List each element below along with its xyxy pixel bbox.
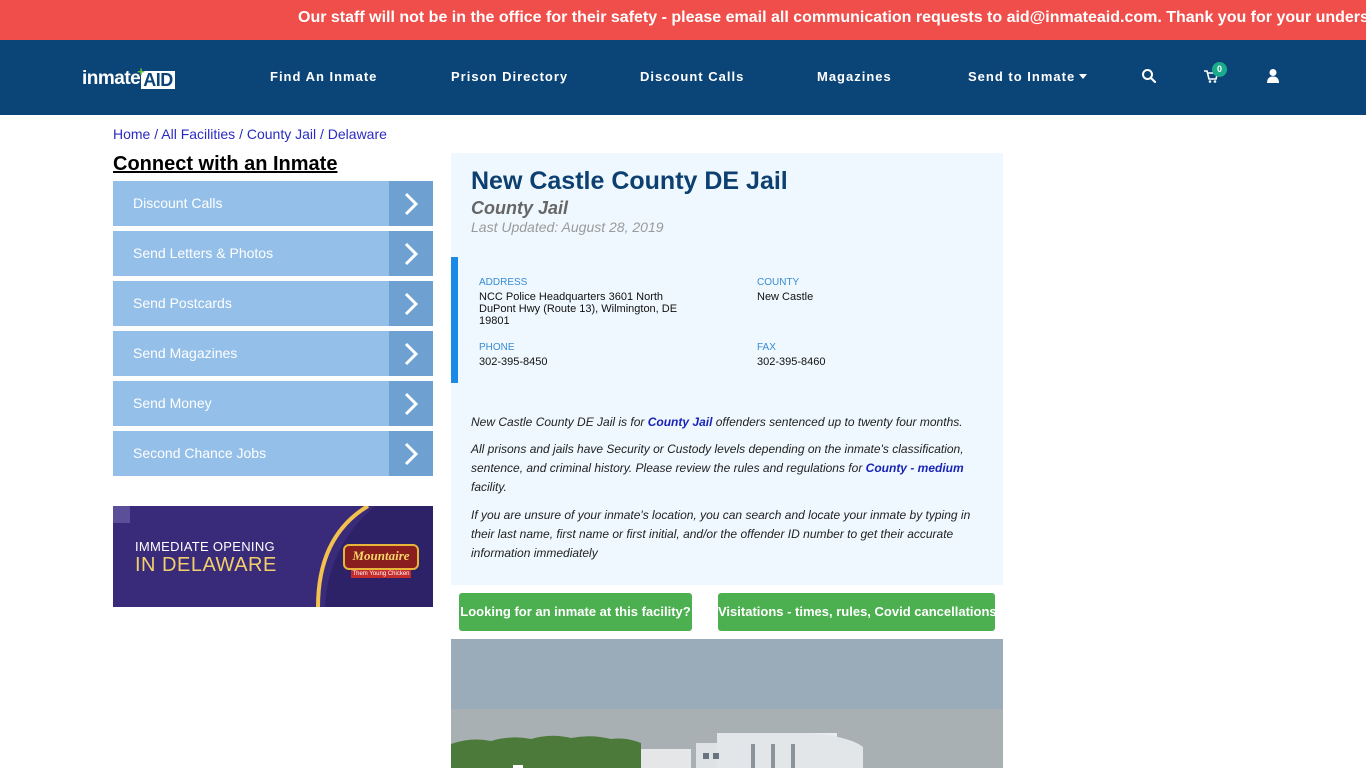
sidebar-title: Connect with an Inmate: [113, 153, 338, 175]
sidebar-item-second-chance-jobs[interactable]: Second Chance Jobs: [113, 431, 433, 476]
sidebar-item-label: Second Chance Jobs: [133, 445, 267, 461]
visitations-button[interactable]: Visitations - times, rules, Covid cancel…: [718, 593, 997, 631]
mountaire-logo: Mountaire: [343, 544, 419, 570]
nav-send-to-inmate[interactable]: Send to Inmate: [968, 69, 1088, 84]
site-logo[interactable]: inmate + AID: [82, 64, 175, 90]
logo-aid-label: AID: [143, 70, 173, 90]
facility-title: New Castle County DE Jail: [471, 167, 788, 195]
main-navbar: inmate + AID Find An Inmate Prison Direc…: [0, 40, 1366, 115]
arrow-box: [389, 281, 433, 326]
fax-value: 302-395-8460: [757, 356, 826, 368]
facility-description-3: If you are unsure of your inmate's locat…: [471, 508, 971, 560]
sidebar-item-send-postcards[interactable]: Send Postcards: [113, 281, 433, 326]
breadcrumb-county-jail[interactable]: County Jail: [247, 126, 316, 142]
nav-find-an-inmate[interactable]: Find An Inmate: [270, 69, 377, 84]
sidebar-item-send-magazines[interactable]: Send Magazines: [113, 331, 433, 376]
last-updated: Last Updated: August 28, 2019: [471, 219, 664, 235]
breadcrumb-home[interactable]: Home: [113, 126, 150, 142]
desc-text: offenders sentenced up to twenty four mo…: [712, 415, 963, 429]
breadcrumb-separator: /: [239, 126, 243, 142]
phone-value[interactable]: 302-395-8450: [479, 356, 548, 368]
chevron-right-icon: [404, 292, 419, 316]
desc-text: facility.: [471, 480, 507, 494]
mountaire-logo-tagline: Them Young Chicken: [351, 570, 411, 578]
nav-discount-calls[interactable]: Discount Calls: [640, 69, 744, 84]
user-icon[interactable]: [1265, 68, 1283, 86]
logo-text-aid: + AID: [137, 64, 175, 90]
sidebar-item-label: Send Money: [133, 395, 212, 411]
logo-text-inmate: inmate: [82, 68, 141, 89]
logo-plus-icon: +: [137, 64, 145, 79]
facility-info-box: ADDRESS NCC Police Headquarters 3601 Nor…: [451, 257, 1003, 383]
arrow-box: [389, 431, 433, 476]
nav-magazines[interactable]: Magazines: [817, 69, 892, 84]
arrow-box: [389, 231, 433, 276]
arrow-box: [389, 181, 433, 226]
ad-headline-line2: IN DELAWARE: [135, 554, 277, 576]
phone-label: PHONE: [479, 342, 515, 353]
breadcrumb: Home / All Facilities / County Jail / De…: [113, 126, 387, 142]
facility-type: County Jail: [471, 198, 569, 218]
chevron-right-icon: [404, 342, 419, 366]
sidebar-item-label: Send Magazines: [133, 345, 238, 361]
sidebar-item-send-letters-photos[interactable]: Send Letters & Photos: [113, 231, 433, 276]
arrow-box: [389, 331, 433, 376]
sidebar-item-send-money[interactable]: Send Money: [113, 381, 433, 426]
breadcrumb-separator: /: [154, 126, 159, 142]
sidebar-item-label: Discount Calls: [133, 195, 223, 211]
alert-banner: Our staff will not be in the office for …: [0, 0, 1366, 40]
sidebar-item-label: Send Letters & Photos: [133, 245, 274, 261]
caret-down-icon: [1079, 74, 1088, 80]
nav-send-to-inmate-label: Send to Inmate: [968, 69, 1076, 84]
desc-text: New Castle County DE Jail is for: [471, 415, 648, 429]
cart-count-badge: 0: [1212, 62, 1227, 77]
search-icon[interactable]: [1141, 68, 1159, 86]
chevron-right-icon: [404, 192, 419, 216]
facility-card: New Castle County DE Jail County Jail La…: [451, 153, 1003, 585]
sidebar-item-label: Send Postcards: [133, 295, 232, 311]
county-label: COUNTY: [757, 277, 800, 288]
breadcrumb-delaware[interactable]: Delaware: [328, 126, 387, 142]
sidebar-item-discount-calls[interactable]: Discount Calls: [113, 181, 433, 226]
ad-banner-mountaire[interactable]: IMMEDIATE OPENING IN DELAWARE Mountaire …: [113, 506, 433, 607]
facility-building-image: [451, 639, 1003, 768]
county-jail-link[interactable]: County Jail: [648, 415, 713, 429]
chevron-right-icon: [404, 242, 419, 266]
county-value: New Castle: [757, 291, 814, 303]
facility-description-1: New Castle County DE Jail is for County …: [471, 413, 981, 432]
alert-text: Our staff will not be in the office for …: [298, 9, 1366, 26]
address-label: ADDRESS: [479, 277, 528, 288]
chevron-right-icon: [404, 442, 419, 466]
find-inmate-at-facility-button[interactable]: Looking for an inmate at this facility?: [459, 593, 692, 631]
breadcrumb-separator: /: [320, 126, 324, 142]
facility-description-2: All prisons and jails have Security or C…: [471, 440, 981, 497]
security-level-link[interactable]: County - medium: [866, 461, 964, 475]
nav-prison-directory[interactable]: Prison Directory: [451, 69, 568, 84]
facility-photo: [451, 639, 1003, 768]
arrow-box: [389, 381, 433, 426]
address-value: NCC Police Headquarters 3601 North DuPon…: [479, 291, 678, 327]
chevron-right-icon: [404, 392, 419, 416]
breadcrumb-all-facilities[interactable]: All Facilities: [161, 126, 235, 142]
ad-headline-line1: IMMEDIATE OPENING: [135, 539, 275, 554]
fax-label: FAX: [757, 342, 776, 353]
